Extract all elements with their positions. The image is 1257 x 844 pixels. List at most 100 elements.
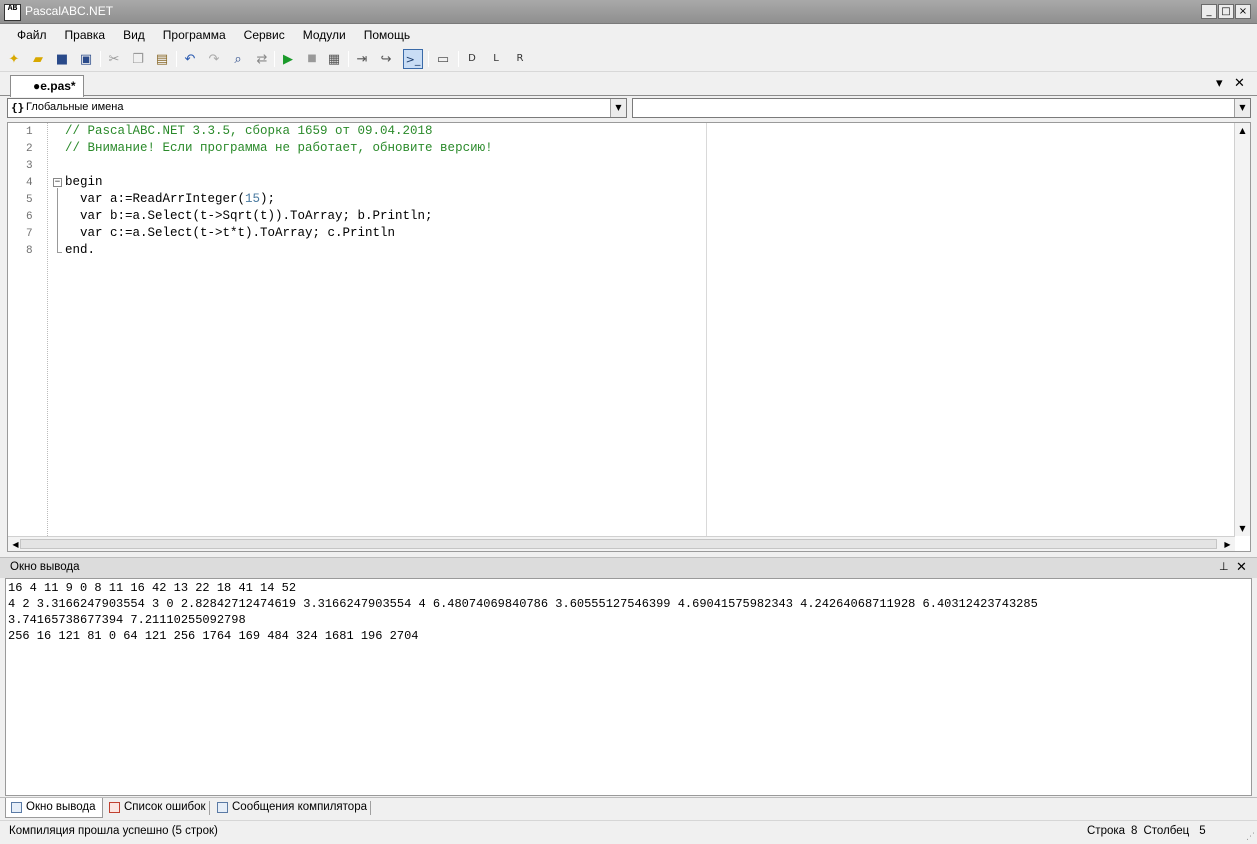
code-line-2: // Внимание! Если программа не работает,… — [65, 141, 493, 155]
tab-output-window[interactable]: Окно вывода — [5, 798, 103, 818]
console-icon[interactable]: >_ — [403, 49, 423, 69]
tab-compiler-messages-label: Сообщения компилятора — [232, 801, 367, 813]
stop-icon[interactable]: ■ — [302, 49, 322, 69]
line-number: 6 — [26, 211, 33, 223]
menu-help[interactable]: Помощь — [355, 24, 419, 46]
step-icon[interactable]: ⇥ — [352, 49, 372, 69]
title-bar: AB PascalABC.NET _ □ × — [0, 0, 1257, 24]
scroll-right-icon[interactable]: ▶ — [1220, 537, 1235, 552]
tab-e-pas[interactable]: ●e.pas* — [10, 75, 84, 97]
debug-d-icon[interactable]: D — [462, 49, 482, 69]
menu-view[interactable]: Вид — [114, 24, 154, 46]
tab-list-icon[interactable]: ▾ — [1216, 76, 1223, 91]
document-tabstrip: ●e.pas* ▾ ✕ — [0, 72, 1257, 97]
undo-icon[interactable]: ↶ — [180, 49, 200, 69]
vertical-scrollbar[interactable]: ▲ ▼ — [1234, 123, 1250, 536]
code-text: ); — [260, 192, 276, 206]
line-number: 1 — [26, 126, 33, 138]
menu-file[interactable]: Файл — [8, 24, 56, 46]
menu-program[interactable]: Программа — [154, 24, 235, 46]
resize-grip-icon[interactable]: ⋰ — [1246, 832, 1255, 842]
step-over-icon[interactable]: ↪ — [376, 49, 396, 69]
save-all-icon[interactable]: ▣ — [76, 49, 96, 69]
line-number: 4 — [26, 177, 33, 189]
status-message: Компиляция прошла успешно (5 строк) — [9, 825, 218, 837]
pin-icon[interactable]: ⊥ — [1219, 560, 1229, 573]
compile-icon[interactable]: ▦ — [324, 49, 344, 69]
error-list-icon — [109, 802, 120, 813]
paste-icon[interactable]: ▤ — [152, 49, 172, 69]
scroll-up-icon[interactable]: ▲ — [1235, 123, 1250, 138]
output-line: 16 4 11 9 0 8 11 16 42 13 22 18 41 14 52 — [8, 581, 297, 595]
line-number: 7 — [26, 228, 33, 240]
tab-compiler-messages[interactable]: Сообщения компилятора — [212, 798, 373, 818]
code-number-literal: 15 — [245, 192, 261, 206]
line-number: 3 — [26, 160, 33, 172]
col-label: Столбец — [1143, 825, 1190, 837]
code-editor[interactable]: 1 2 3 4 5 6 7 8 − // PascalABC.NET 3.3.5… — [7, 122, 1251, 552]
row-value: 8 — [1131, 825, 1138, 837]
minimize-button[interactable]: _ — [1201, 4, 1217, 19]
redo-icon[interactable]: ↷ — [204, 49, 224, 69]
chevron-down-icon[interactable]: ▼ — [610, 99, 626, 117]
right-margin-line — [706, 123, 707, 536]
menu-edit[interactable]: Правка — [56, 24, 115, 46]
tab-error-list[interactable]: Список ошибок — [104, 798, 212, 818]
output-area[interactable]: 16 4 11 9 0 8 11 16 42 13 22 18 41 14 52… — [5, 578, 1252, 796]
code-line-1: // PascalABC.NET 3.3.5, сборка 1659 от 0… — [65, 124, 433, 138]
code-line-8: end. — [65, 243, 96, 257]
output-icon[interactable]: ▭ — [433, 49, 453, 69]
line-number-gutter: 1 2 3 4 5 6 7 8 — [8, 123, 48, 536]
new-file-icon[interactable]: ✦ — [4, 49, 24, 69]
members-combo[interactable]: ▼ — [632, 98, 1251, 118]
cut-icon[interactable]: ✂ — [104, 49, 124, 69]
code-line-5: var a:=ReadArrInteger(15); — [65, 191, 275, 208]
code-line-4: begin — [65, 175, 103, 189]
output-line: 4 2 3.3166247903554 3 0 2.82842712474619… — [8, 597, 1038, 611]
close-window-button[interactable]: × — [1235, 4, 1251, 19]
replace-icon[interactable]: ⇄ — [252, 49, 272, 69]
navigation-combos: {} Глобальные имена ▼ ▼ — [0, 97, 1257, 120]
horizontal-scroll-thumb[interactable] — [20, 539, 1217, 549]
menu-service[interactable]: Сервис — [235, 24, 294, 46]
cursor-position: Строка 8 Столбец 5 — [1087, 825, 1206, 837]
status-bar: Компиляция прошла успешно (5 строк) Стро… — [0, 820, 1257, 844]
chevron-down-icon[interactable]: ▼ — [1234, 99, 1250, 117]
output-line: 256 16 121 81 0 64 121 256 1764 169 484 … — [8, 629, 419, 643]
menu-bar: Файл Правка Вид Программа Сервис Модули … — [0, 24, 1257, 46]
global-names-value: Глобальные имена — [26, 101, 124, 113]
output-panel-header: Окно вывода ⊥ ✕ — [0, 557, 1257, 578]
open-icon[interactable]: ▰ — [28, 49, 48, 69]
save-icon[interactable]: ■ — [52, 49, 72, 69]
tab-output-window-label: Окно вывода — [26, 801, 96, 813]
col-value: 5 — [1199, 825, 1206, 837]
code-line-6: var b:=a.Select(t->Sqrt(t)).ToArray; b.P… — [65, 209, 433, 223]
run-icon[interactable]: ▶ — [278, 49, 298, 69]
close-tab-icon[interactable]: ✕ — [1234, 76, 1245, 91]
tab-error-list-label: Список ошибок — [124, 801, 206, 813]
line-number: 2 — [26, 143, 33, 155]
debug-r-icon[interactable]: R — [510, 49, 530, 69]
horizontal-scrollbar[interactable]: ◀ ▶ — [8, 536, 1235, 551]
code-line-7: var c:=a.Select(t->t*t).ToArray; c.Print… — [65, 226, 396, 240]
output-line: 3.74165738677394 7.21110255092798 — [8, 613, 246, 627]
window-title: PascalABC.NET — [25, 4, 114, 18]
copy-icon[interactable]: ❐ — [128, 49, 148, 69]
maximize-button[interactable]: □ — [1218, 4, 1234, 19]
row-label: Строка — [1087, 825, 1126, 837]
line-number: 5 — [26, 194, 33, 206]
global-names-combo[interactable]: {} Глобальные имена ▼ — [7, 98, 627, 118]
debug-l-icon[interactable]: L — [486, 49, 506, 69]
output-panel-title: Окно вывода — [10, 561, 80, 573]
app-icon: AB — [4, 4, 21, 21]
bottom-tabs: Окно вывода Список ошибок Сообщения комп… — [0, 797, 1257, 819]
braces-icon: {} — [11, 101, 25, 114]
scroll-down-icon[interactable]: ▼ — [1235, 521, 1250, 536]
find-icon[interactable]: ⌕ — [228, 49, 248, 69]
fold-toggle[interactable]: − — [53, 178, 62, 187]
toolbar: ✦ ▰ ■ ▣ ✂ ❐ ▤ ↶ ↷ ⌕ ⇄ ▶ ■ ▦ ⇥ ↪ >_ ▭ D L… — [0, 46, 1257, 72]
menu-modules[interactable]: Модули — [294, 24, 355, 46]
code-text: var a:=ReadArrInteger( — [65, 192, 246, 206]
compiler-messages-icon — [217, 802, 228, 813]
close-panel-icon[interactable]: ✕ — [1236, 560, 1247, 575]
